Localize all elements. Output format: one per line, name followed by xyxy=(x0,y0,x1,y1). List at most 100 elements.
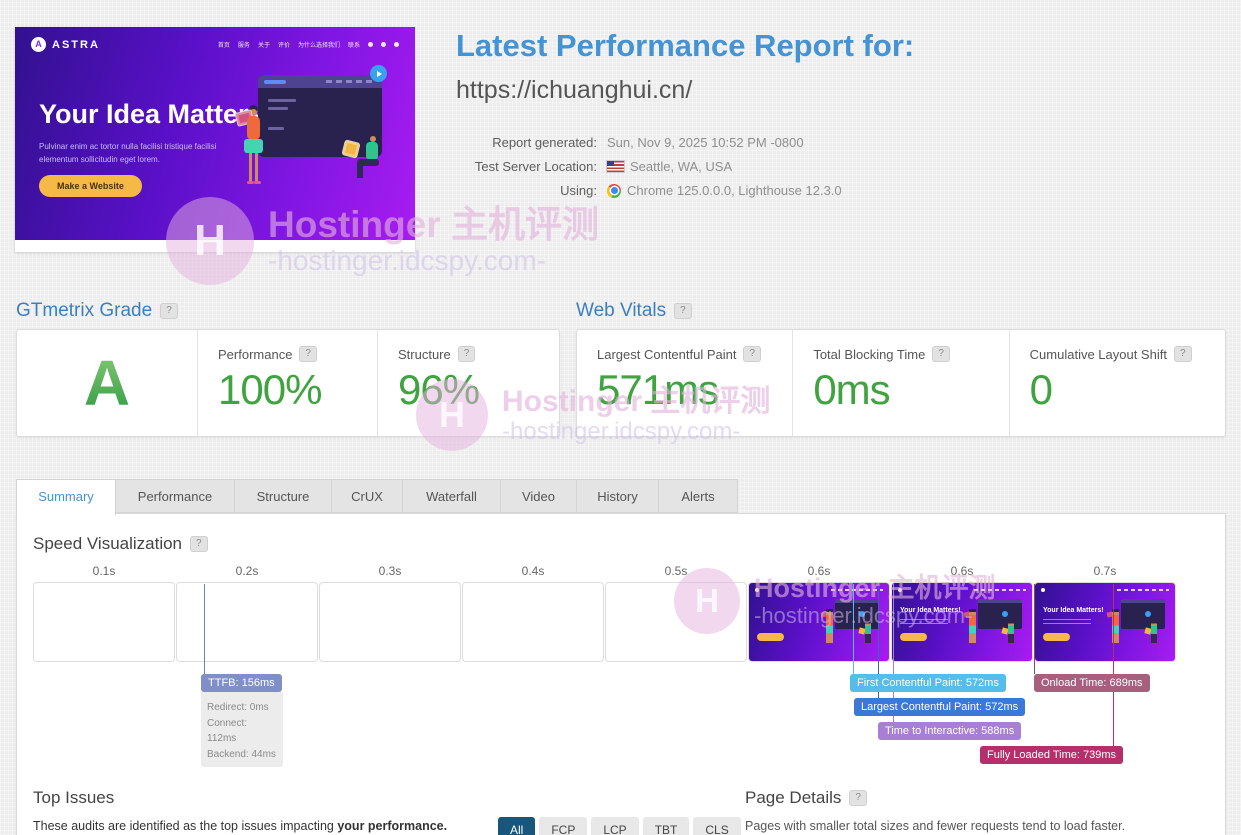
meta-row-generated: Report generated: Sun, Nov 9, 2025 10:52… xyxy=(456,135,842,150)
metric-label: Performance xyxy=(218,347,292,362)
hero-menu-item: 为什么选择我们 xyxy=(298,40,340,49)
tab-structure[interactable]: Structure xyxy=(234,479,332,513)
frame-screenshot-partial xyxy=(749,583,889,661)
facebook-icon xyxy=(381,42,386,47)
report-meta: Report generated: Sun, Nov 9, 2025 10:52… xyxy=(456,135,842,207)
fcp-marker-line xyxy=(853,584,854,674)
section-title: Top Issues xyxy=(33,788,114,808)
person-illustration xyxy=(235,105,275,201)
gtmetrix-grade-card: A Performance ? 100% Structure ? 96% xyxy=(16,329,560,437)
tab-video[interactable]: Video xyxy=(500,479,577,513)
meta-label: Report generated: xyxy=(456,135,597,150)
hero-menu-item: 首页 xyxy=(218,40,230,49)
astra-logo-icon: A xyxy=(31,37,46,52)
tab-summary[interactable]: Summary xyxy=(16,479,116,515)
section-title: Web Vitals xyxy=(576,300,666,322)
frame-time: 0.3s xyxy=(319,564,461,578)
ttfb-badge: TTFB: 156ms xyxy=(201,674,282,692)
help-icon[interactable]: ? xyxy=(190,536,208,552)
filter-lcp[interactable]: LCP xyxy=(591,817,638,835)
chrome-icon xyxy=(607,184,621,198)
issue-filters: All FCP LCP TBT CLS xyxy=(498,817,741,835)
description-text: These audits are identified as the top i… xyxy=(33,819,337,833)
tbt-value: 0ms xyxy=(813,366,988,414)
help-icon[interactable]: ? xyxy=(849,790,867,806)
section-title: Page Details xyxy=(745,788,841,808)
tti-badge: Time to Interactive: 588ms xyxy=(878,722,1021,740)
meta-value: Seattle, WA, USA xyxy=(630,159,732,174)
structure-cell: Structure ? 96% xyxy=(377,330,559,436)
filmstrip-frame-empty xyxy=(462,582,604,662)
filter-cls[interactable]: CLS xyxy=(693,817,740,835)
fully-loaded-badge: Fully Loaded Time: 739ms xyxy=(980,746,1123,764)
frame-screenshot: Your Idea Matters! xyxy=(1035,583,1175,661)
meta-row-browser: Using: Chrome 125.0.0.0, Lighthouse 12.3… xyxy=(456,183,842,198)
help-icon[interactable]: ? xyxy=(160,303,178,319)
report-url-link[interactable]: https://ichuanghui.cn/ xyxy=(456,76,692,105)
filter-tbt[interactable]: TBT xyxy=(643,817,690,835)
filter-fcp[interactable]: FCP xyxy=(539,817,587,835)
meta-value: Sun, Nov 9, 2025 10:52 PM -0800 xyxy=(607,135,804,150)
page-details-description: Pages with smaller total sizes and fewer… xyxy=(745,819,1125,833)
filmstrip-frame-screenshot: Your Idea Matters! xyxy=(891,582,1033,662)
hero-menu-item: 服务 xyxy=(238,40,250,49)
page-details-heading: Page Details ? xyxy=(745,788,867,808)
astra-brand-name: ASTRA xyxy=(52,39,100,51)
help-icon[interactable]: ? xyxy=(743,346,761,362)
ttfb-connect: Connect: 112ms xyxy=(207,716,277,747)
lcp-value: 571ms xyxy=(597,366,772,414)
tab-alerts[interactable]: Alerts xyxy=(658,479,738,513)
mini-hero-heading: Your Idea Matters! xyxy=(900,607,961,614)
frame-time: 0.6s xyxy=(891,564,1033,578)
meta-label: Using: xyxy=(456,183,597,198)
frame-time: 0.1s xyxy=(33,564,175,578)
play-button-icon xyxy=(370,65,387,82)
meta-label: Test Server Location: xyxy=(456,159,597,174)
tab-waterfall[interactable]: Waterfall xyxy=(402,479,501,513)
help-icon[interactable]: ? xyxy=(458,346,476,362)
site-screenshot-thumbnail[interactable]: A ASTRA 首页 服务 关于 评价 为什么选择我们 联系 Your Idea… xyxy=(15,27,415,252)
filmstrip-frame-empty xyxy=(319,582,461,662)
frame-time: 0.6s xyxy=(748,564,890,578)
help-icon[interactable]: ? xyxy=(932,346,950,362)
filmstrip-frame-empty xyxy=(176,582,318,662)
metric-label: Total Blocking Time xyxy=(813,347,925,362)
hero-menu: 首页 服务 关于 评价 为什么选择我们 联系 xyxy=(218,40,399,49)
speed-visualization-heading: Speed Visualization ? xyxy=(33,534,208,554)
ttfb-marker-line xyxy=(204,584,205,674)
ttfb-redirect: Redirect: 0ms xyxy=(207,700,277,716)
gtmetrix-report-page: A ASTRA 首页 服务 关于 评价 为什么选择我们 联系 Your Idea… xyxy=(0,0,1241,835)
help-icon[interactable]: ? xyxy=(674,303,692,319)
help-icon[interactable]: ? xyxy=(299,346,317,362)
hero-menu-item: 评价 xyxy=(278,40,290,49)
hero-screenshot: A ASTRA 首页 服务 关于 评价 为什么选择我们 联系 Your Idea… xyxy=(15,27,415,240)
meta-value: Chrome 125.0.0.0, Lighthouse 12.3.0 xyxy=(627,183,842,198)
gtmetrix-grade-heading: GTmetrix Grade ? xyxy=(16,300,178,322)
top-issues-description: These audits are identified as the top i… xyxy=(33,819,447,833)
person-illustration xyxy=(343,133,395,199)
web-vitals-heading: Web Vitals ? xyxy=(576,300,692,322)
lcp-cell: Largest Contentful Paint ? 571ms xyxy=(577,330,792,436)
cls-value: 0 xyxy=(1030,366,1205,414)
help-icon[interactable]: ? xyxy=(1174,346,1192,362)
meta-row-location: Test Server Location: Seattle, WA, USA xyxy=(456,159,842,174)
description-bold: your performance. xyxy=(337,819,447,833)
cls-cell: Cumulative Layout Shift ? 0 xyxy=(1009,330,1225,436)
filmstrip-frame-screenshot xyxy=(748,582,890,662)
frame-time: 0.5s xyxy=(605,564,747,578)
filmstrip-frame-empty xyxy=(605,582,747,662)
summary-panel: Speed Visualization ? 0.1s 0.2s 0.3s 0.4… xyxy=(16,513,1226,835)
mini-hero-heading: Your Idea Matters! xyxy=(1043,607,1104,614)
web-vitals-card: Largest Contentful Paint ? 571ms Total B… xyxy=(576,329,1226,437)
page-title: Latest Performance Report for: xyxy=(456,28,914,64)
tab-performance[interactable]: Performance xyxy=(115,479,235,513)
tbt-cell: Total Blocking Time ? 0ms xyxy=(792,330,1008,436)
performance-cell: Performance ? 100% xyxy=(197,330,377,436)
metric-label: Cumulative Layout Shift xyxy=(1030,347,1167,362)
tab-crux[interactable]: CrUX xyxy=(331,479,403,513)
section-title: GTmetrix Grade xyxy=(16,300,152,322)
hero-menu-item: 联系 xyxy=(348,40,360,49)
filter-all[interactable]: All xyxy=(498,817,535,835)
ttfb-backend: Backend: 44ms xyxy=(207,747,277,763)
tab-history[interactable]: History xyxy=(576,479,659,513)
